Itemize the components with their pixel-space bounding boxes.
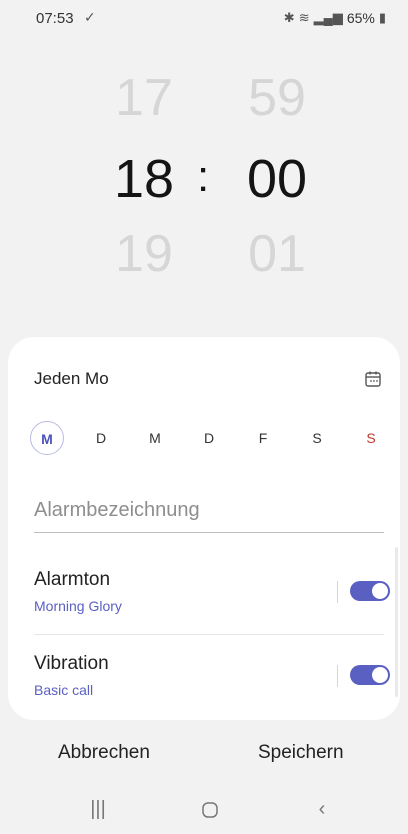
vibration-value: Basic call bbox=[34, 682, 94, 698]
navigation-bar: ||| ‹ bbox=[0, 790, 408, 834]
bluetooth-icon: ✱ bbox=[283, 10, 295, 25]
day-tuesday[interactable]: D bbox=[84, 421, 118, 455]
wifi-icon: ≋ bbox=[298, 10, 310, 25]
battery-icon: ▮ bbox=[378, 10, 386, 25]
alarm-tone-toggle[interactable] bbox=[350, 581, 390, 601]
alarm-tone-title: Alarmton bbox=[34, 569, 111, 590]
calendar-icon[interactable] bbox=[364, 370, 382, 388]
battery-percent: 65% bbox=[346, 10, 375, 26]
vertical-divider bbox=[337, 581, 338, 603]
weekday-selector: M D M D F S S bbox=[30, 421, 390, 455]
hour-prev[interactable]: 17 bbox=[99, 68, 189, 128]
action-bar: Abbrechen Speichern bbox=[0, 730, 408, 780]
day-wednesday[interactable]: M bbox=[138, 421, 172, 455]
recent-apps-icon[interactable]: ||| bbox=[78, 798, 118, 822]
minute-current[interactable]: 00 bbox=[232, 148, 322, 210]
hour-current[interactable]: 18 bbox=[99, 148, 189, 210]
day-monday[interactable]: M bbox=[30, 421, 64, 455]
back-icon[interactable]: ‹ bbox=[302, 798, 342, 822]
vibration-setting[interactable]: Vibration Basic call bbox=[34, 653, 390, 723]
signal-icon: ▂▄▆ bbox=[313, 10, 343, 25]
alarm-name-field[interactable]: Alarmbezeichnung bbox=[34, 497, 384, 533]
day-sunday[interactable]: S bbox=[354, 421, 388, 455]
toggle-knob bbox=[371, 666, 389, 684]
scrollbar[interactable] bbox=[395, 547, 398, 697]
time-separator: : bbox=[197, 152, 210, 201]
status-time: 07:53 bbox=[36, 10, 74, 27]
vibration-title: Vibration bbox=[34, 653, 109, 674]
hour-next[interactable]: 19 bbox=[99, 224, 189, 284]
alarm-tone-setting[interactable]: Alarmton Morning Glory bbox=[34, 569, 390, 639]
toggle-knob bbox=[371, 582, 389, 600]
vibration-toggle[interactable] bbox=[350, 665, 390, 685]
repeat-summary: Jeden Mo bbox=[34, 369, 109, 388]
setting-divider bbox=[34, 634, 384, 635]
minute-prev[interactable]: 59 bbox=[232, 68, 322, 128]
day-thursday[interactable]: D bbox=[192, 421, 226, 455]
cancel-button[interactable]: Abbrechen bbox=[58, 742, 150, 764]
vertical-divider bbox=[337, 665, 338, 687]
time-picker[interactable]: 17 59 18 : 00 19 01 bbox=[0, 60, 408, 290]
home-icon[interactable] bbox=[190, 798, 230, 822]
alarm-settings-card: Jeden Mo M D M D F S S Alarmbezeichnung … bbox=[8, 337, 400, 720]
day-friday[interactable]: F bbox=[246, 421, 280, 455]
status-icons: ✱ ≋ ▂▄▆ 65% ▮ bbox=[284, 10, 386, 26]
status-bar: 07:53 ✓ ✱ ≋ ▂▄▆ 65% ▮ bbox=[0, 0, 408, 40]
check-icon: ✓ bbox=[84, 9, 96, 25]
alarm-tone-value: Morning Glory bbox=[34, 598, 122, 614]
minute-next[interactable]: 01 bbox=[232, 224, 322, 284]
day-saturday[interactable]: S bbox=[300, 421, 334, 455]
save-button[interactable]: Speichern bbox=[258, 742, 344, 764]
